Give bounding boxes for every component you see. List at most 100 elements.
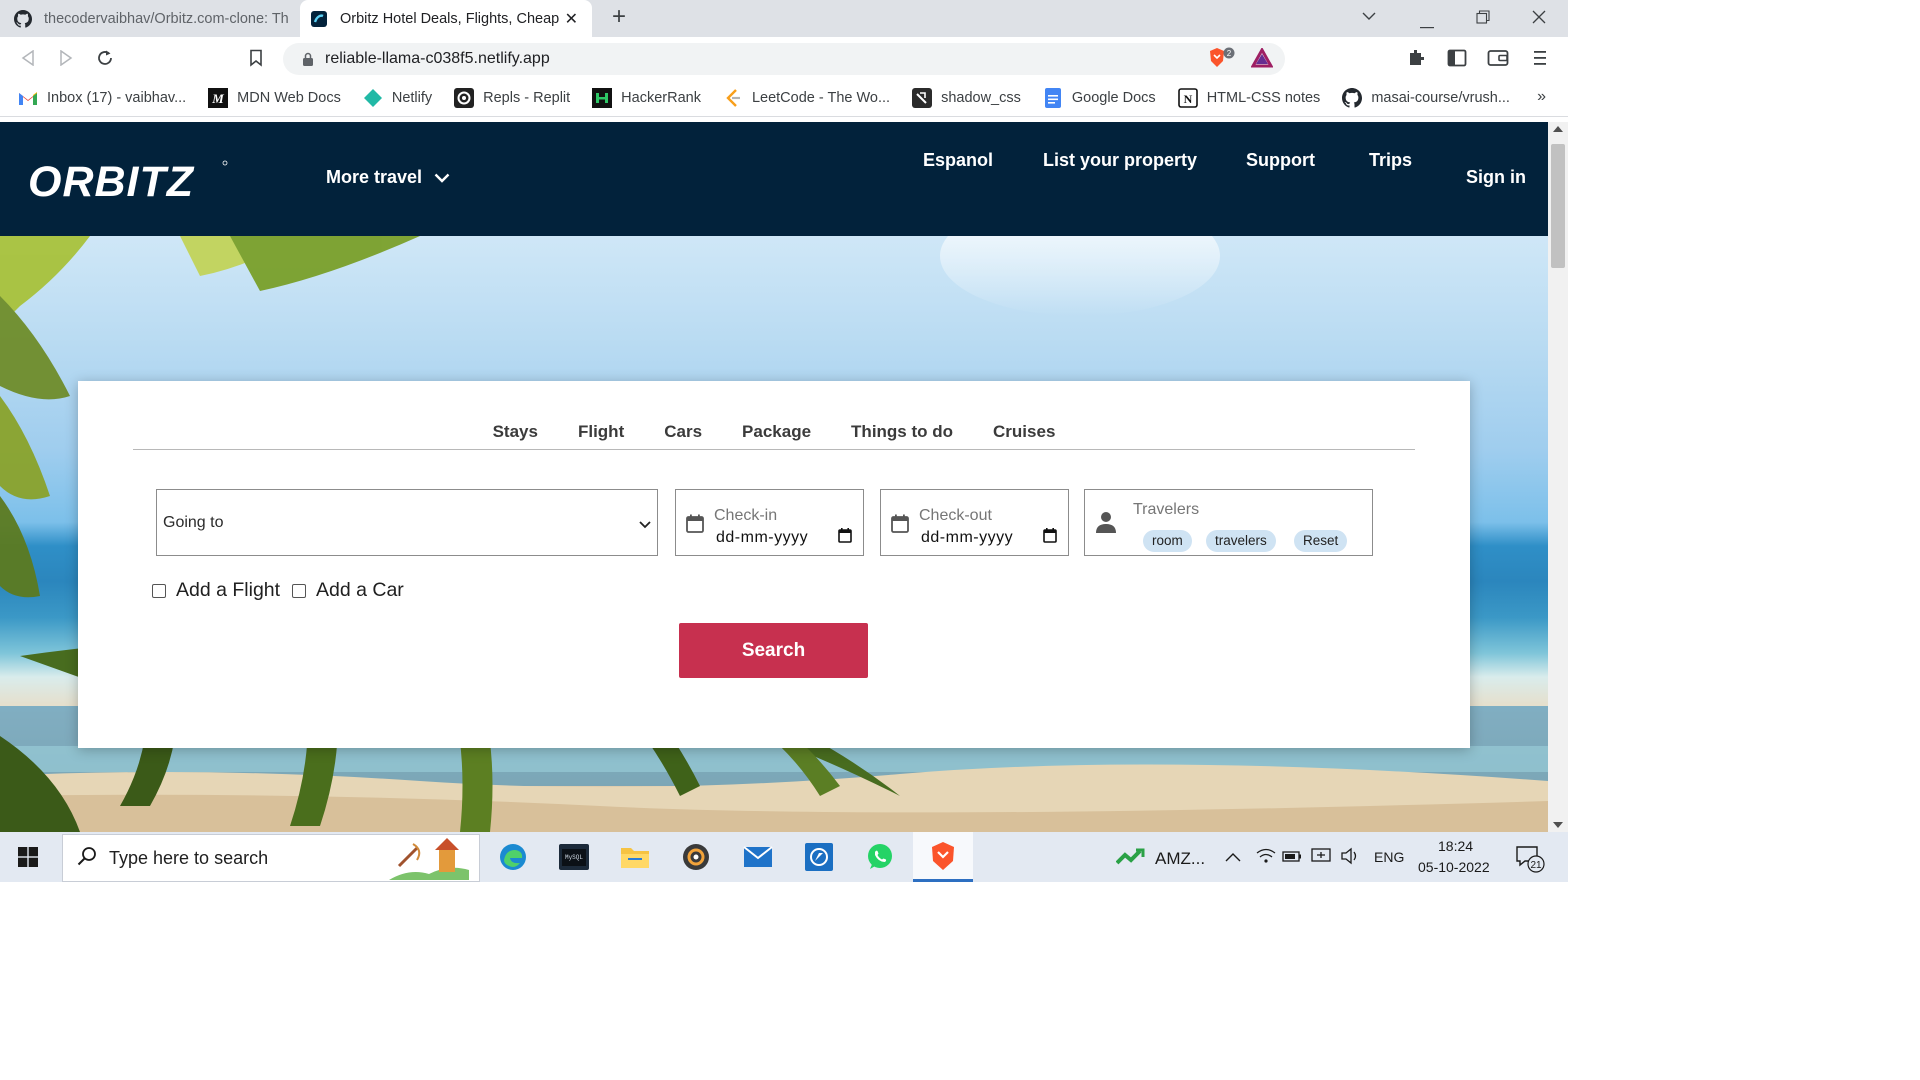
add-flight-checkbox[interactable] — [152, 583, 166, 598]
tab-cars[interactable]: Cars — [644, 421, 722, 449]
replit-icon — [454, 87, 475, 108]
tab-cruises[interactable]: Cruises — [973, 421, 1075, 449]
clock-time[interactable]: 18:24 — [1438, 838, 1473, 854]
lock-icon — [301, 51, 315, 67]
check-out-field[interactable]: Check-out dd-mm-yyyy — [880, 489, 1069, 556]
bookmark-label: LeetCode - The Wo... — [751, 89, 891, 106]
scroll-down-icon[interactable] — [1553, 822, 1563, 828]
reload-icon[interactable] — [92, 45, 118, 71]
menu-icon[interactable] — [1529, 47, 1551, 69]
brave-shield-icon[interactable]: 2 — [1207, 47, 1237, 76]
mail-icon[interactable] — [742, 841, 774, 873]
bookmark-leetcode[interactable]: LeetCode - The Wo... — [723, 88, 890, 108]
stock-ticker[interactable]: AMZ... — [1155, 849, 1205, 869]
battery-icon[interactable] — [1282, 848, 1302, 868]
bookmark-netlify[interactable]: Netlify — [363, 88, 432, 108]
close-window-icon[interactable] — [1532, 10, 1546, 29]
tab-package[interactable]: Package — [722, 421, 831, 449]
wifi-icon[interactable] — [1256, 848, 1276, 868]
minimize-icon[interactable] — [1420, 16, 1434, 34]
windows-start-icon[interactable] — [18, 847, 38, 872]
volume-icon[interactable] — [1340, 847, 1360, 869]
search-icon — [77, 846, 97, 871]
gmail-icon — [18, 88, 38, 108]
bookmark-icon[interactable] — [243, 45, 269, 71]
whatsapp-icon[interactable] — [864, 841, 896, 873]
notifications-icon[interactable]: 21 — [1515, 844, 1547, 878]
check-in-label: Check-in — [714, 507, 778, 524]
travelers-field[interactable]: Travelers room travelers Reset — [1084, 489, 1373, 556]
scrollbar-thumb[interactable] — [1551, 144, 1565, 268]
chevron-up-icon[interactable] — [1225, 849, 1241, 866]
nav-list-your-property[interactable]: List your property — [1043, 150, 1197, 171]
scroll-up-icon[interactable] — [1553, 126, 1563, 132]
add-flight-option[interactable]: Add a Flight — [152, 579, 280, 602]
taskbar-search-box[interactable]: Type here to search — [62, 834, 480, 882]
file-explorer-icon[interactable] — [619, 841, 651, 873]
nav-sign-in[interactable]: Sign in — [1466, 167, 1526, 188]
stock-chart-icon[interactable] — [1115, 847, 1146, 871]
bookmark-hackerrank[interactable]: HackerRank — [592, 87, 701, 108]
tab-things-to-do[interactable]: Things to do — [831, 421, 973, 449]
add-car-checkbox[interactable] — [292, 583, 306, 598]
reset-chip[interactable]: Reset — [1294, 530, 1348, 552]
page-scrollbar[interactable] — [1548, 122, 1568, 832]
maps-app-icon[interactable] — [803, 841, 835, 873]
network-icon[interactable] — [1311, 847, 1331, 869]
room-chip[interactable]: room — [1143, 530, 1192, 552]
going-to-select[interactable]: Going to — [156, 489, 658, 556]
brave-rewards-icon[interactable] — [1250, 46, 1274, 73]
language-indicator[interactable]: ENG — [1374, 849, 1404, 865]
more-bookmarks-button[interactable]: » — [1537, 88, 1546, 106]
nav-support[interactable]: Support — [1246, 150, 1315, 171]
going-to-value: Going to — [163, 513, 224, 531]
clock-date[interactable]: 05-10-2022 — [1418, 859, 1490, 875]
brave-browser-icon[interactable] — [913, 832, 973, 882]
bookmark-masai-course[interactable]: masai-course/vrush... — [1342, 87, 1510, 108]
mysql-shell-icon[interactable]: MySQL — [558, 841, 590, 873]
wallet-icon[interactable] — [1487, 47, 1509, 69]
github-icon — [14, 9, 32, 28]
bookmark-shadow-css[interactable]: shadow_css — [912, 87, 1021, 108]
media-player-icon[interactable] — [680, 841, 712, 873]
travelers-label: Travelers — [1133, 501, 1200, 518]
edge-icon[interactable] — [497, 841, 529, 873]
forward-icon[interactable] — [53, 45, 79, 71]
date-picker-icon[interactable] — [838, 528, 852, 548]
tab-flight[interactable]: Flight — [558, 421, 644, 449]
more-travel-menu[interactable]: More travel — [326, 167, 450, 188]
search-button[interactable]: Search — [679, 623, 868, 678]
check-in-input[interactable]: dd-mm-yyyy — [716, 529, 808, 547]
search-card: Stays Flight Cars Package Things to do C… — [78, 381, 1470, 748]
orbitz-logo[interactable]: ORBITZ — [26, 158, 228, 207]
nav-espanol[interactable]: Espanol — [923, 150, 993, 171]
nav-trips[interactable]: Trips — [1369, 150, 1412, 171]
tab-orbitz[interactable]: Orbitz Hotel Deals, Flights, Cheap ✕ — [300, 0, 592, 37]
person-icon — [1095, 510, 1117, 539]
back-icon[interactable] — [15, 45, 41, 71]
leetcode-icon — [723, 88, 743, 108]
new-tab-button[interactable]: + — [606, 5, 632, 31]
sidebar-icon[interactable] — [1446, 47, 1468, 69]
date-picker-icon[interactable] — [1043, 528, 1057, 548]
tab-stays[interactable]: Stays — [473, 421, 558, 449]
tab-github-repo[interactable]: thecodervaibhav/Orbitz.com-clone: Th — [0, 0, 300, 37]
bookmark-replit[interactable]: Repls - Replit — [454, 87, 571, 108]
tab-search-chevron-icon[interactable] — [1362, 8, 1376, 26]
address-bar[interactable]: reliable-llama-c038f5.netlify.app 2 — [283, 43, 1285, 75]
close-icon[interactable]: ✕ — [565, 9, 578, 29]
extensions-icon[interactable] — [1406, 47, 1428, 69]
bookmark-google-docs[interactable]: Google Docs — [1043, 87, 1156, 108]
bookmark-gmail[interactable]: Inbox (17) - vaibhav... — [18, 88, 186, 108]
add-car-option[interactable]: Add a Car — [292, 579, 404, 602]
check-out-input[interactable]: dd-mm-yyyy — [921, 529, 1013, 547]
bookmark-mdn[interactable]: M MDN Web Docs — [208, 87, 341, 108]
bookmarks-bar: Inbox (17) - vaibhav... M MDN Web Docs N… — [0, 79, 1568, 117]
bookmark-label: Repls - Replit — [483, 89, 571, 106]
check-in-field[interactable]: Check-in dd-mm-yyyy — [675, 489, 864, 556]
bookmark-label: MDN Web Docs — [237, 89, 341, 106]
restore-icon[interactable] — [1476, 10, 1490, 29]
add-car-label: Add a Car — [316, 579, 404, 601]
travelers-chip[interactable]: travelers — [1206, 530, 1276, 552]
bookmark-html-css-notes[interactable]: N HTML-CSS notes — [1177, 87, 1320, 108]
